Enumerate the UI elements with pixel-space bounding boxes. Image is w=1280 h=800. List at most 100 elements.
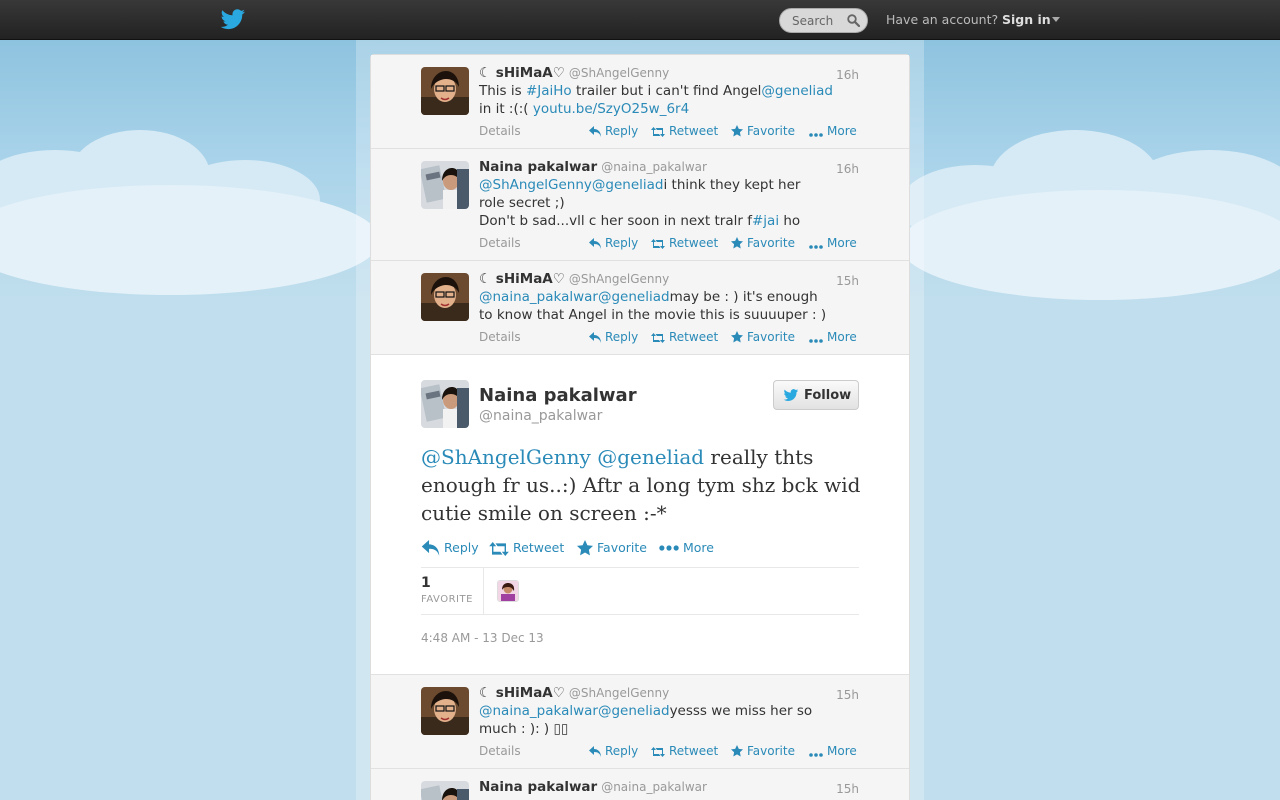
tweet-time[interactable]: 15h bbox=[836, 274, 859, 288]
tweet-stats: 1 FAVORITE bbox=[421, 567, 859, 615]
more-dots-icon bbox=[659, 545, 679, 551]
details-link[interactable]: Details bbox=[479, 330, 521, 344]
avatar[interactable] bbox=[421, 67, 469, 115]
top-bar: Have an account? Sign in bbox=[0, 0, 1280, 40]
tweet-time[interactable]: 16h bbox=[836, 162, 859, 176]
tweet-item[interactable]: Naina pakalwar @naina_pakalwar 16h @ShAng… bbox=[371, 149, 909, 261]
tweet-text: @naina_pakalwar@geneliadyesss we miss he… bbox=[479, 702, 849, 738]
url-link[interactable]: youtu.be/SzyO25w_6r4 bbox=[533, 101, 689, 117]
more-dots-icon bbox=[809, 339, 823, 343]
reply-button[interactable]: Reply bbox=[589, 744, 638, 758]
mention-link[interactable]: @geneliad bbox=[597, 445, 704, 469]
details-link[interactable]: Details bbox=[479, 124, 521, 138]
favorite-button[interactable]: Favorite bbox=[731, 124, 795, 138]
tweet-author-handle[interactable]: @naina_pakalwar bbox=[601, 780, 707, 794]
more-button[interactable]: More bbox=[809, 744, 857, 758]
search-box[interactable] bbox=[779, 8, 868, 33]
retweet-icon bbox=[651, 239, 665, 249]
mention-link[interactable]: @naina_pakalwar bbox=[479, 289, 598, 305]
more-button[interactable]: More bbox=[809, 236, 857, 250]
favorite-button[interactable]: Favorite bbox=[731, 330, 795, 344]
details-link[interactable]: Details bbox=[479, 236, 521, 250]
details-link[interactable]: Details bbox=[479, 744, 521, 758]
tweet-time[interactable]: 15h bbox=[836, 782, 859, 796]
more-dots-icon bbox=[809, 753, 823, 757]
retweet-icon bbox=[489, 542, 509, 556]
mention-link[interactable]: @naina_pakalwar bbox=[479, 703, 598, 719]
tweet-time[interactable]: 16h bbox=[836, 68, 859, 82]
favoriter-avatar[interactable] bbox=[497, 580, 519, 602]
hashtag-link[interactable]: #jai bbox=[752, 213, 779, 229]
tweet-author-handle[interactable]: @naina_pakalwar bbox=[601, 160, 707, 174]
tweet-text-segment: role secret ;) bbox=[479, 195, 565, 211]
tweet-text-segment: i think they kept her bbox=[663, 177, 801, 193]
retweet-button[interactable]: Retweet bbox=[651, 744, 718, 758]
star-icon bbox=[731, 125, 743, 137]
avatar[interactable] bbox=[421, 161, 469, 209]
tweet-author-name[interactable]: ☾ sHiMaA♡ bbox=[479, 685, 565, 701]
reply-button[interactable]: Reply bbox=[589, 330, 638, 344]
tweet-author-name[interactable]: Naina pakalwar bbox=[479, 159, 597, 175]
tweet-timestamp[interactable]: 4:48 AM - 13 Dec 13 bbox=[421, 631, 544, 645]
reply-icon bbox=[589, 332, 601, 343]
favorite-button[interactable]: Favorite bbox=[731, 236, 795, 250]
tweet-item[interactable]: ☾ sHiMaA♡ @ShAngelGenny 16h This is #JaiH… bbox=[371, 55, 909, 149]
sign-in-link[interactable]: Sign in bbox=[1002, 12, 1051, 27]
mention-link[interactable]: @geneliad bbox=[598, 703, 670, 719]
retweet-button[interactable]: Retweet bbox=[489, 540, 564, 556]
tweet-actions: Details Reply Retweet Favorite More bbox=[479, 236, 859, 252]
avatar[interactable] bbox=[421, 273, 469, 321]
reply-icon bbox=[589, 238, 601, 249]
retweet-icon bbox=[651, 127, 665, 137]
star-icon bbox=[577, 540, 593, 556]
mention-link[interactable]: @geneliad bbox=[598, 289, 670, 305]
avatar[interactable] bbox=[421, 781, 469, 800]
tweet-text-segment: in it :(:( bbox=[479, 101, 533, 117]
main-tweet-author-name[interactable]: Naina pakalwar bbox=[479, 385, 637, 406]
retweet-button[interactable]: Retweet bbox=[651, 236, 718, 250]
reply-button[interactable]: Reply bbox=[589, 124, 638, 138]
avatar[interactable] bbox=[421, 380, 469, 428]
tweet-text: @ShAngelGenny@geneliadi think they kept … bbox=[479, 176, 849, 230]
more-button[interactable]: More bbox=[659, 540, 714, 555]
mention-link[interactable]: @ShAngelGenny bbox=[421, 445, 591, 469]
tweet-author-name[interactable]: Naina pakalwar bbox=[479, 779, 597, 795]
tweet-text-segment: may be : ) it's enough bbox=[669, 289, 818, 305]
tweet-author-name[interactable]: ☾ sHiMaA♡ bbox=[479, 271, 565, 287]
search-icon[interactable] bbox=[847, 14, 860, 27]
reply-button[interactable]: Reply bbox=[421, 540, 479, 556]
tweet-actions: Details Reply Retweet Favorite More bbox=[479, 124, 859, 140]
main-tweet-actions: Reply Retweet Favorite More bbox=[421, 540, 861, 560]
main-tweet-author-handle[interactable]: @naina_pakalwar bbox=[479, 408, 602, 424]
favorite-button[interactable]: Favorite bbox=[731, 744, 795, 758]
mention-link[interactable]: @geneliad bbox=[592, 177, 664, 193]
mention-link[interactable]: @ShAngelGenny bbox=[479, 177, 592, 193]
tweet-author-handle[interactable]: @ShAngelGenny bbox=[569, 686, 669, 700]
tweet-item[interactable]: ☾ sHiMaA♡ @ShAngelGenny 15h @naina_pakalw… bbox=[371, 261, 909, 355]
retweet-button[interactable]: Retweet bbox=[651, 124, 718, 138]
tweet-time[interactable]: 15h bbox=[836, 688, 859, 702]
avatar[interactable] bbox=[421, 687, 469, 735]
favorite-button[interactable]: Favorite bbox=[577, 540, 647, 556]
have-account-text: Have an account? bbox=[886, 12, 999, 27]
tweet-author-name[interactable]: ☾ sHiMaA♡ bbox=[479, 65, 565, 81]
chevron-down-icon[interactable] bbox=[1052, 17, 1060, 22]
search-input[interactable] bbox=[780, 9, 844, 32]
more-button[interactable]: More bbox=[809, 330, 857, 344]
twitter-bird-icon[interactable] bbox=[220, 9, 246, 31]
favorite-count[interactable]: 1 bbox=[421, 575, 431, 591]
tweet-item[interactable]: Naina pakalwar @naina_pakalwar 15h bbox=[371, 769, 909, 800]
hashtag-link[interactable]: #JaiHo bbox=[526, 83, 572, 99]
tweet-author-handle[interactable]: @ShAngelGenny bbox=[569, 272, 669, 286]
retweet-icon bbox=[651, 333, 665, 343]
reply-icon bbox=[421, 540, 440, 556]
follow-button[interactable]: Follow bbox=[773, 380, 859, 410]
more-button[interactable]: More bbox=[809, 124, 857, 138]
tweet-actions: Details Reply Retweet Favorite More bbox=[479, 744, 859, 760]
mention-link[interactable]: @geneliad bbox=[761, 83, 833, 99]
tweet-text-segment: much : ): ) ▯▯ bbox=[479, 721, 569, 737]
retweet-button[interactable]: Retweet bbox=[651, 330, 718, 344]
tweet-item[interactable]: ☾ sHiMaA♡ @ShAngelGenny 15h @naina_pakalw… bbox=[371, 675, 909, 769]
tweet-author-handle[interactable]: @ShAngelGenny bbox=[569, 66, 669, 80]
reply-button[interactable]: Reply bbox=[589, 236, 638, 250]
